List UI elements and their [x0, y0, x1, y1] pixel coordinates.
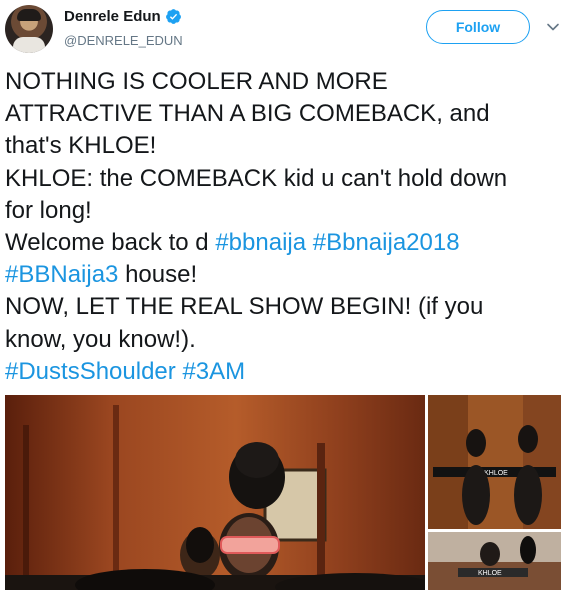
media-photo-main[interactable] — [5, 395, 425, 590]
media-photo-bottom-right[interactable]: KHLOE — [428, 532, 561, 590]
tweet-text-segment: house! — [118, 261, 198, 289]
tweet-header: Denrele Edun @DENRELE_EDUN Follow — [0, 0, 566, 60]
user-handle[interactable]: @DENRELE_EDUN — [64, 33, 183, 48]
tweet-line: Welcome back to d #bbnaija #Bbnaija2018 — [5, 227, 557, 259]
tweet-text-segment: NOTHING IS COOLER AND MORE — [5, 68, 388, 95]
tweet-line: NOTHING IS COOLER AND MORE — [5, 66, 557, 98]
media-photo-top-right-art: KHLOE — [428, 395, 561, 529]
tweet-line: KHLOE: the COMEBACK kid u can't hold dow… — [5, 163, 557, 195]
tweet-line: #BBNaija3 house! — [5, 259, 557, 291]
tweet-media: KHLOE KHLOE — [5, 395, 561, 590]
media-photo-bottom-right-art: KHLOE — [428, 532, 561, 590]
tweet-text-segment: that's KHLOE! — [5, 132, 157, 160]
tweet-text-segment: KHLOE: the COMEBACK kid u can't hold dow… — [5, 164, 508, 192]
avatar-shirt — [13, 37, 45, 53]
tweet-line: ATTRACTIVE THAN A BIG COMEBACK, and — [5, 98, 557, 130]
tweet-line: NOW, LET THE REAL SHOW BEGIN! (if you — [5, 291, 557, 323]
tweet-line: that's KHLOE! — [5, 130, 557, 162]
chevron-down-icon[interactable] — [546, 20, 560, 34]
tweet-text-segment: Welcome back to d — [5, 229, 216, 257]
media-photo-top-right[interactable]: KHLOE — [428, 395, 561, 529]
avatar[interactable] — [5, 5, 53, 53]
follow-button[interactable]: Follow — [426, 10, 530, 44]
verified-badge-icon — [165, 9, 181, 24]
hashtag-link[interactable]: #bbnaija — [215, 229, 306, 256]
user-name-row: Denrele Edun — [64, 8, 182, 25]
khloe-label-top: KHLOE — [484, 470, 508, 477]
hashtag-link[interactable]: #3AM — [182, 358, 245, 385]
tweet-line: know, you know!). — [5, 324, 557, 356]
tweet-line: for long! — [5, 195, 557, 227]
hashtag-link[interactable]: #BBNaija3 — [5, 261, 118, 288]
display-name[interactable]: Denrele Edun — [64, 8, 161, 25]
khloe-label-bottom: KHLOE — [478, 570, 502, 577]
tweet-text-segment: NOW, LET THE REAL SHOW BEGIN! (if you — [5, 293, 484, 321]
tweet-text-segment: know, you know!). — [5, 325, 196, 353]
tweet-text: NOTHING IS COOLER AND MORE ATTRACTIVE THA… — [5, 66, 557, 388]
hashtag-link[interactable]: #DustsShoulder — [5, 358, 176, 385]
tweet-text-segment: for long! — [5, 196, 92, 224]
tweet-text-segment — [306, 229, 313, 256]
avatar-hat — [17, 9, 41, 21]
tweet-line: #DustsShoulder #3AM — [5, 356, 557, 388]
hashtag-link[interactable]: #Bbnaija2018 — [313, 229, 460, 256]
tweet-text-segment: ATTRACTIVE THAN A BIG COMEBACK, and — [5, 100, 490, 128]
